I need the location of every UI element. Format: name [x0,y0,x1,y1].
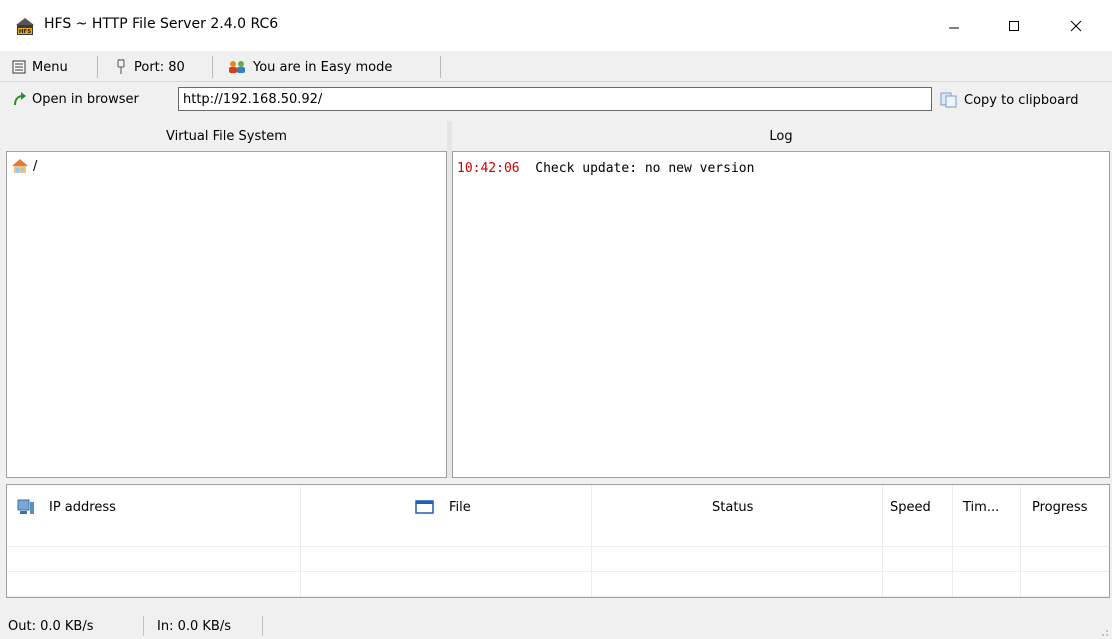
close-icon [1070,20,1082,31]
log-entry-time: 10:42:06 [457,161,520,176]
status-divider [262,616,263,636]
port-label: Port: 80 [134,59,185,75]
home-icon [12,159,28,173]
mode-button[interactable]: You are in Easy mode [227,57,392,77]
connections-list[interactable]: IP address File Status Speed Tim... Prog… [6,484,1110,598]
row-divider [7,596,1109,597]
minimize-button[interactable] [931,0,977,51]
column-file[interactable]: File [415,485,471,529]
svg-text:HFS: HFS [19,29,31,35]
maximize-icon [1009,20,1019,31]
menu-button[interactable]: Menu [12,57,68,77]
column-divider [882,485,883,597]
url-field[interactable] [178,87,932,111]
column-divider [952,485,953,597]
computer-icon [17,499,34,514]
status-bar: Out: 0.0 KB/s In: 0.0 KB/s [0,613,1112,639]
copy-to-clipboard-button[interactable]: Copy to clipboard [940,90,1078,110]
column-divider [1020,485,1021,597]
resize-grip-icon[interactable] [1097,625,1109,637]
window-file-icon [415,500,434,514]
in-speed: In: 0.0 KB/s [157,619,231,634]
users-icon [229,61,245,73]
open-browser-arrow-icon [14,92,26,106]
toolbar-divider [212,56,213,78]
column-divider [591,485,592,597]
connections-header: IP address File Status Speed Tim... Prog… [7,485,1109,529]
title-bar: HFS HFS ~ HTTP File Server 2.4.0 RC6 [0,0,1112,51]
log-pane[interactable]: 10:42:06 Check update: no new version [452,151,1110,478]
vfs-tree[interactable]: / [6,151,447,478]
column-divider [300,485,301,597]
copy-to-clipboard-label: Copy to clipboard [964,92,1079,108]
column-speed[interactable]: Speed [890,485,931,529]
log-header: Log [769,128,793,144]
port-button[interactable]: Port: 80 [114,57,185,77]
row-divider [7,571,1109,572]
column-progress[interactable]: Progress [1032,485,1087,529]
log-entry-message: Check update: no new version [535,161,755,176]
vfs-root-item[interactable]: / [11,158,37,174]
mode-label: You are in Easy mode [253,59,393,75]
vfs-root-label: / [33,158,38,174]
vfs-header: Virtual File System [166,128,287,144]
log-entry: 10:42:06 Check update: no new version [457,161,754,176]
maximize-button[interactable] [991,0,1037,51]
open-in-browser-label: Open in browser [32,91,139,107]
plug-icon [117,59,125,74]
menu-label: Menu [32,59,68,75]
status-divider [143,616,144,636]
hfs-logo-icon: HFS [16,18,34,35]
window-title: HFS ~ HTTP File Server 2.4.0 RC6 [44,16,279,32]
open-in-browser-button[interactable]: Open in browser [12,89,139,109]
menu-icon [12,60,26,74]
clipboard-copy-icon [940,92,957,108]
out-speed: Out: 0.0 KB/s [8,619,94,634]
close-button[interactable] [1053,0,1099,51]
minimize-icon [949,27,959,28]
toolbar-divider [97,56,98,78]
toolbar-divider [440,56,441,78]
row-divider [7,546,1109,547]
main-toolbar: Menu Port: 80 You are in Easy mode [0,51,1112,82]
column-status[interactable]: Status [712,485,753,529]
column-ip-address[interactable]: IP address [17,485,116,529]
column-time[interactable]: Tim... [963,485,999,529]
